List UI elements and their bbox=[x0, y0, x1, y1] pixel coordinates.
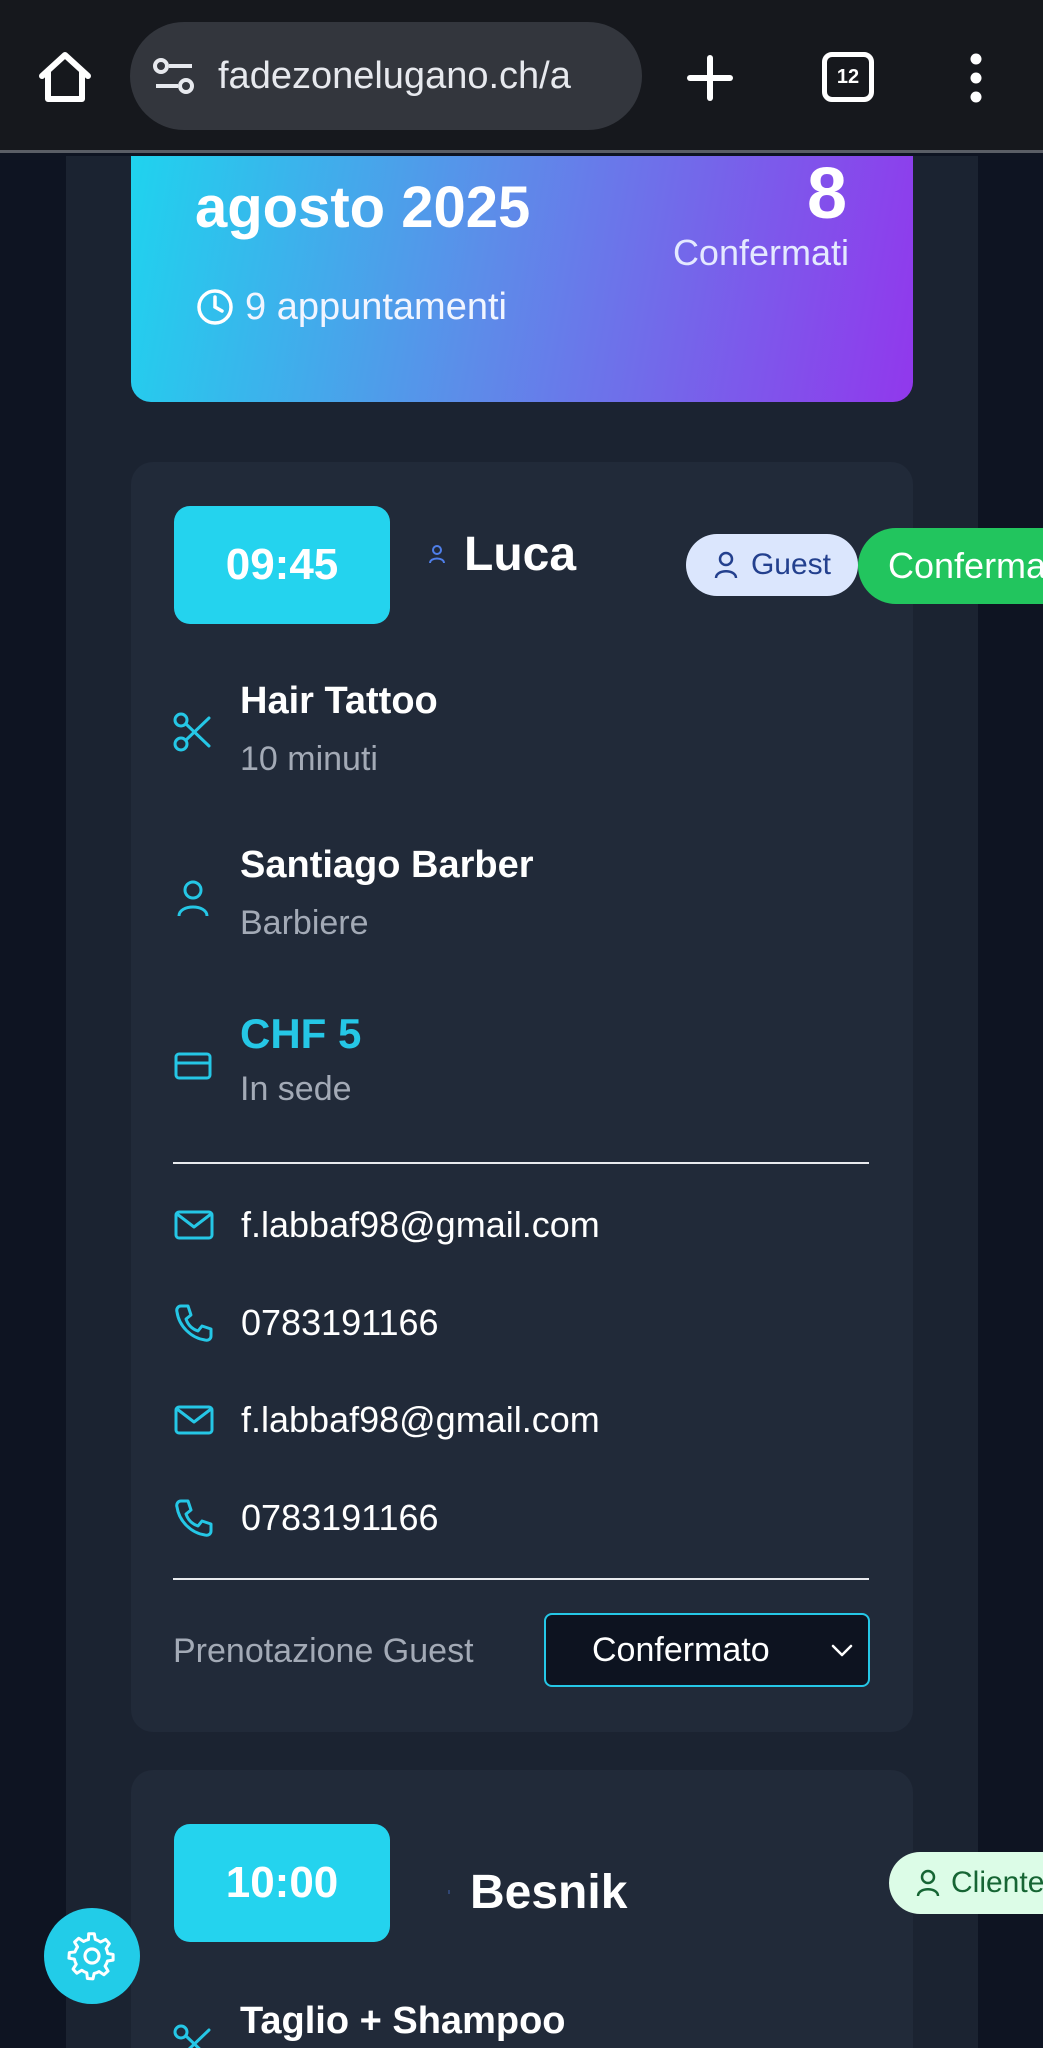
day-summary-card: agosto 2025 9 appuntamenti 8 Confermati bbox=[131, 156, 913, 402]
status-select[interactable]: Confermato bbox=[544, 1613, 870, 1687]
status-badge: Confermato bbox=[858, 528, 1043, 604]
customer-name: Luca bbox=[464, 527, 577, 581]
appointment-count: 9 appuntamenti bbox=[195, 282, 507, 332]
contact-email-text[interactable]: f.labbaf98@gmail.com bbox=[241, 1204, 600, 1246]
status-select-value: Confermato bbox=[592, 1631, 770, 1669]
contact-phone-text[interactable]: 0783191166 bbox=[241, 1497, 439, 1539]
summary-date: agosto 2025 bbox=[195, 175, 531, 240]
service-name: Hair Tattoo bbox=[240, 680, 438, 722]
booking-type-label: Prenotazione Guest bbox=[173, 1632, 474, 1670]
scissors-icon bbox=[173, 2024, 211, 2048]
contact-email-text[interactable]: f.labbaf98@gmail.com bbox=[241, 1399, 600, 1441]
contact-phone-text[interactable]: 0783191166 bbox=[241, 1302, 439, 1344]
contact-phone[interactable]: 0783191166 bbox=[173, 1298, 439, 1348]
browser-toolbar: fadezonelugano.ch/a 12 bbox=[0, 0, 1043, 153]
new-tab-icon[interactable] bbox=[686, 54, 734, 102]
user-icon bbox=[177, 880, 209, 917]
divider bbox=[173, 1162, 869, 1164]
guest-badge: Guest bbox=[686, 534, 858, 596]
client-badge: Cliente bbox=[889, 1852, 1043, 1914]
service-name: Taglio + Shampoo bbox=[240, 2000, 566, 2042]
confirmed-count: 8 bbox=[806, 154, 847, 234]
contact-email[interactable]: f.labbaf98@gmail.com bbox=[173, 1395, 600, 1445]
confirmed-label: Confermati bbox=[672, 232, 849, 273]
contact-phone[interactable]: 0783191166 bbox=[173, 1493, 439, 1543]
tab-switcher-button[interactable]: 12 bbox=[822, 52, 874, 102]
home-icon[interactable] bbox=[36, 50, 94, 104]
payment-method: In sede bbox=[240, 1070, 352, 1108]
customer-name-row: Luca bbox=[428, 522, 576, 586]
appointment-count-text: 9 appuntamenti bbox=[245, 285, 507, 328]
mail-icon bbox=[174, 1405, 214, 1435]
barber-role: Barbiere bbox=[240, 904, 369, 942]
appointment-time: 10:00 bbox=[174, 1824, 390, 1942]
user-icon bbox=[714, 551, 738, 579]
mail-icon bbox=[174, 1210, 214, 1240]
appointment-time: 09:45 bbox=[174, 506, 390, 624]
client-badge-label: Cliente bbox=[951, 1866, 1043, 1899]
site-settings-icon[interactable] bbox=[152, 56, 196, 96]
service-duration: 10 minuti bbox=[240, 740, 378, 778]
guest-badge-label: Guest bbox=[750, 548, 832, 581]
customer-name-row: Besnik bbox=[446, 1860, 627, 1924]
url-text[interactable]: fadezonelugano.ch/a bbox=[218, 52, 618, 100]
user-icon bbox=[916, 1869, 940, 1897]
divider bbox=[173, 1578, 869, 1580]
address-bar[interactable]: fadezonelugano.ch/a bbox=[130, 22, 642, 130]
phone-icon bbox=[175, 1499, 213, 1537]
gear-icon bbox=[67, 1932, 115, 1981]
settings-button[interactable] bbox=[44, 1908, 140, 2004]
credit-card-icon bbox=[174, 1052, 212, 1080]
price-amount: CHF 5 bbox=[240, 1010, 362, 1057]
customer-name: Besnik bbox=[470, 1865, 628, 1919]
user-icon bbox=[429, 545, 445, 564]
chevron-down-icon bbox=[831, 1644, 853, 1657]
clock-icon bbox=[197, 289, 233, 325]
barber-name: Santiago Barber bbox=[240, 844, 534, 886]
phone-icon bbox=[175, 1304, 213, 1342]
more-menu-icon[interactable] bbox=[964, 52, 988, 104]
user-icon bbox=[448, 1890, 450, 1894]
contact-email[interactable]: f.labbaf98@gmail.com bbox=[173, 1200, 600, 1250]
scissors-icon bbox=[173, 712, 211, 752]
